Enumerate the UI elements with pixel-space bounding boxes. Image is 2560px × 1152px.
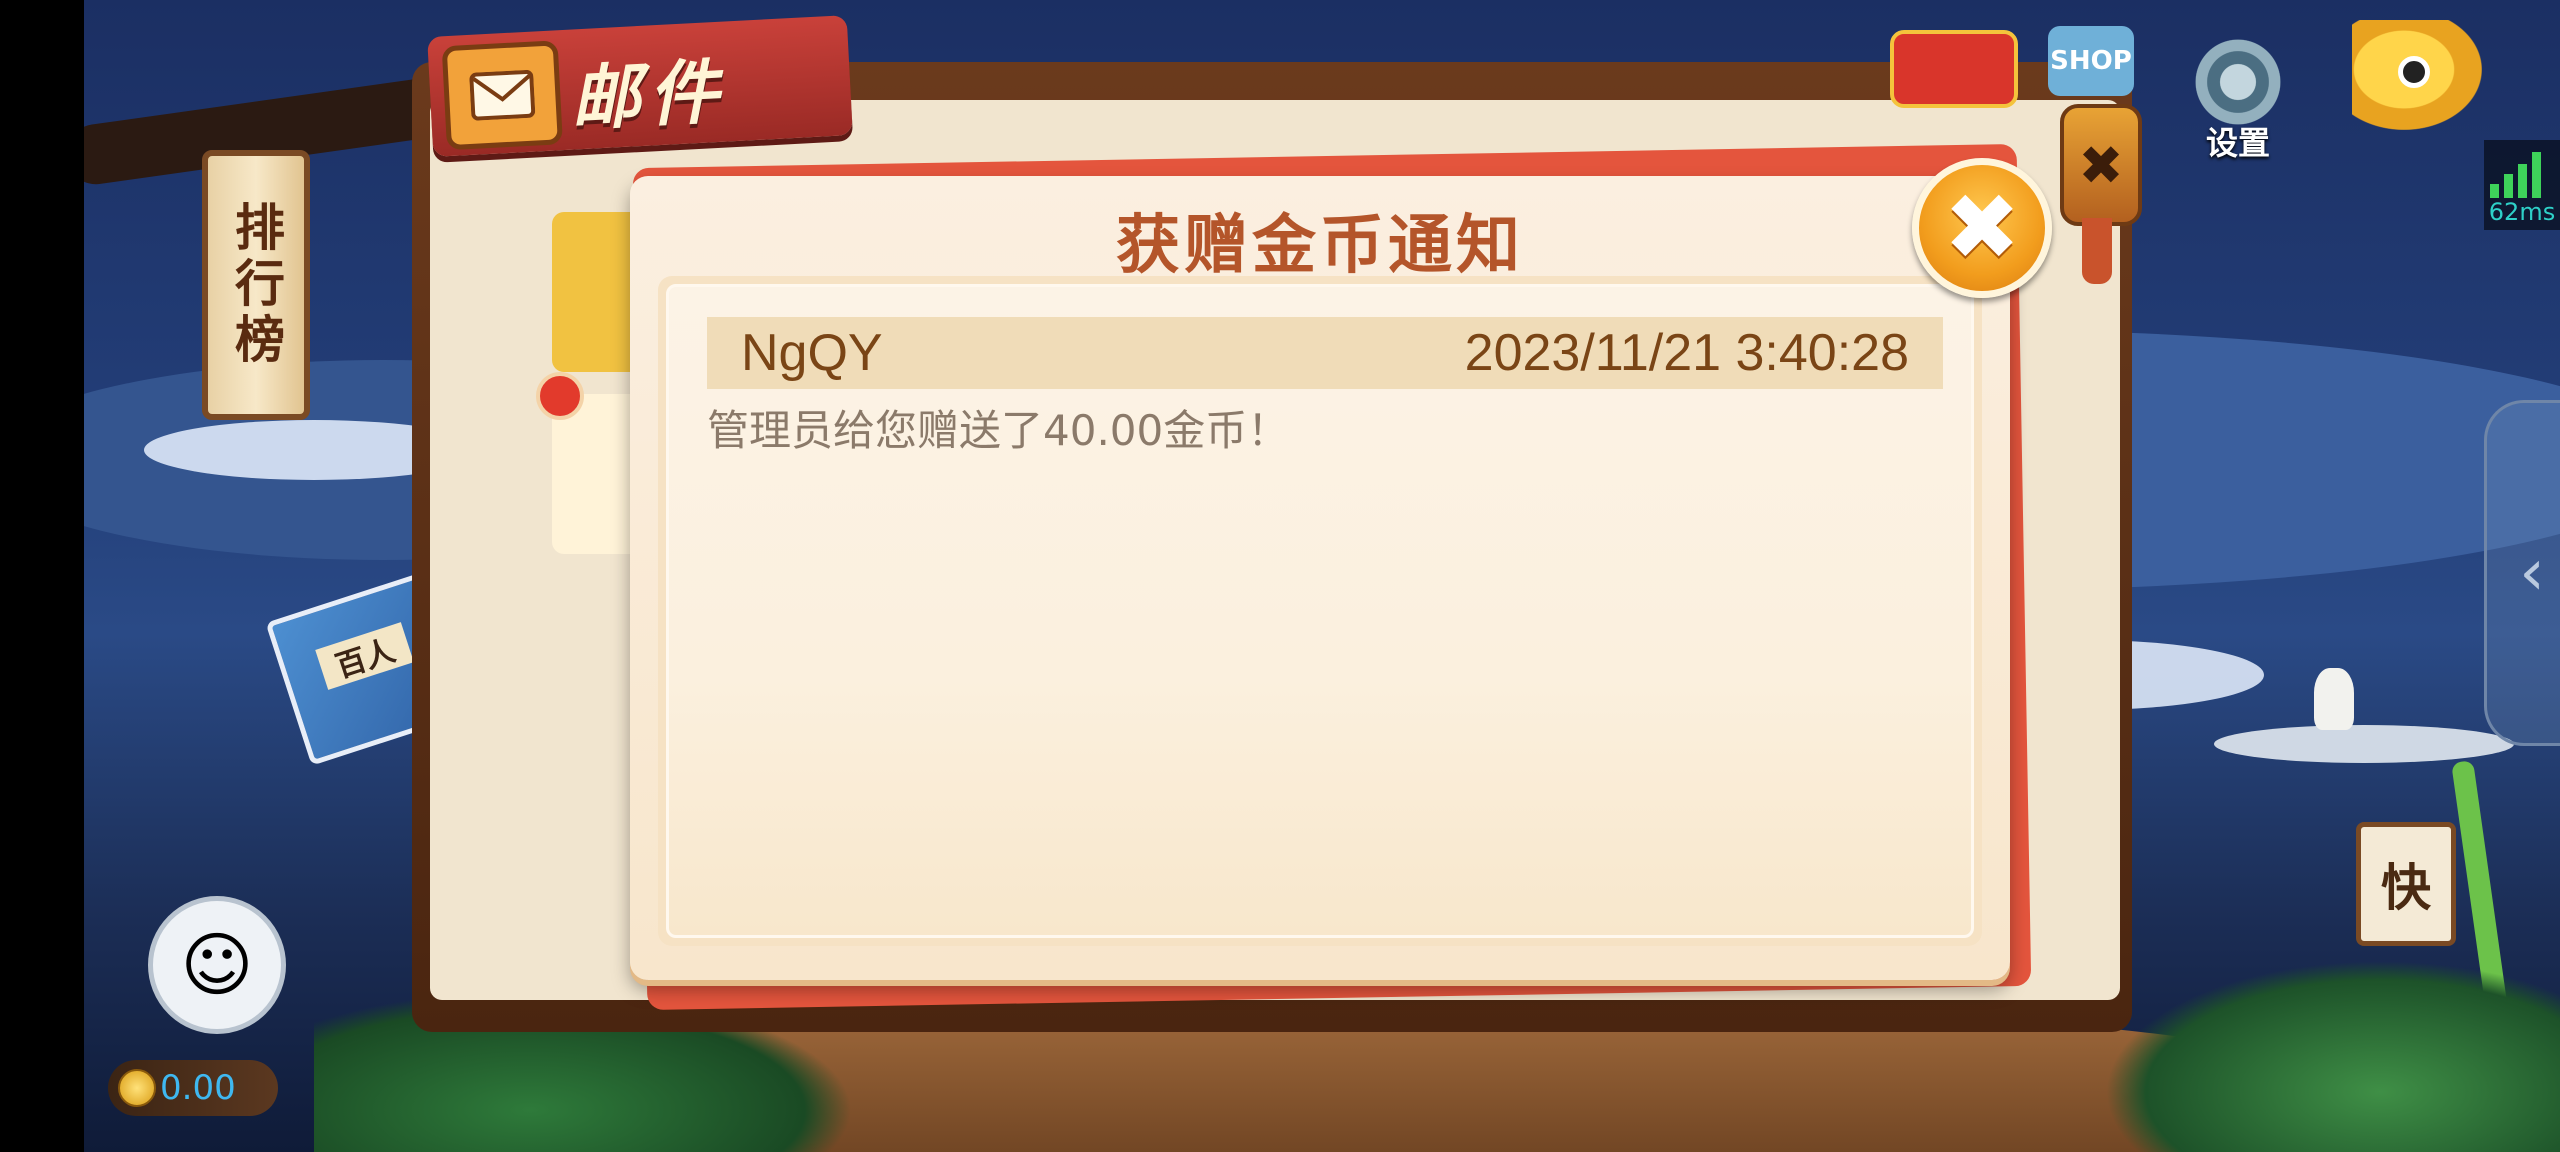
leaderboard-sign[interactable]: 排行榜 xyxy=(202,150,310,420)
coin-balance: 0.00 xyxy=(108,1060,278,1116)
message-body: 管理员给您赠送了40.00金币！ xyxy=(707,406,1290,455)
board-close-button[interactable]: ✖ xyxy=(2060,104,2142,226)
fish-eye xyxy=(2398,56,2430,88)
dialog-content: NgQY 2023/11/21 3:40:28 管理员给您赠送了40.00金币！ xyxy=(666,284,1974,938)
book-label: 百人 xyxy=(315,622,414,690)
gear-icon[interactable] xyxy=(2190,34,2286,130)
envelope-icon xyxy=(469,69,536,121)
settings-label[interactable]: 设置 xyxy=(2196,118,2280,164)
latency-readout: 62ms xyxy=(2488,198,2556,226)
message-time: 2023/11/21 3:40:28 xyxy=(1464,324,1909,382)
tea-table xyxy=(2214,725,2514,763)
close-button[interactable]: ✖ xyxy=(1912,158,2052,298)
shop-button[interactable]: SHOP xyxy=(2048,26,2134,96)
coin-icon xyxy=(118,1069,156,1107)
mail-category-tab[interactable] xyxy=(552,212,632,372)
vase xyxy=(2314,668,2354,730)
message-header-row: NgQY 2023/11/21 3:40:28 xyxy=(707,317,1943,389)
dialog-title: 获赠金币通知 xyxy=(1116,209,1524,283)
quick-game-sign[interactable]: 快 xyxy=(2356,822,2456,946)
coin-value: 0.00 xyxy=(160,1068,236,1108)
close-icon: ✖ xyxy=(1943,174,2021,281)
chevron-left-icon[interactable]: ‹ xyxy=(2484,400,2560,746)
avatar-icon[interactable]: ☺ xyxy=(148,896,286,1034)
gift-icon[interactable] xyxy=(1890,30,2018,108)
foliage-right xyxy=(2104,960,2560,1152)
mail-title: 邮件 xyxy=(568,50,729,141)
unread-indicator xyxy=(536,372,584,420)
lantern-tassel xyxy=(2082,218,2112,284)
mail-icon xyxy=(441,40,563,151)
dialog-content-frame: NgQY 2023/11/21 3:40:28 管理员给您赠送了40.00金币！ xyxy=(658,276,1982,946)
signal-icon xyxy=(2490,148,2550,198)
mail-header: 邮件 xyxy=(427,15,853,157)
gift-notice-dialog: 获赠金币通知 NgQY 2023/11/21 3:40:28 管理员给您赠送了4… xyxy=(630,176,2010,980)
message-sender: NgQY xyxy=(741,324,883,382)
